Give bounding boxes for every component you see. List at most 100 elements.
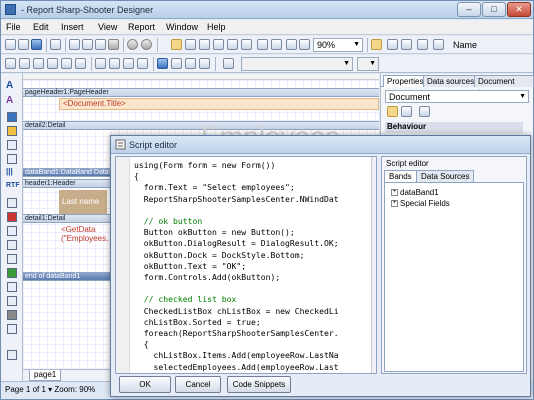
same-height-icon[interactable]: [109, 58, 120, 69]
code-line[interactable]: chListBox.Sorted = true;: [134, 317, 261, 327]
code-snippets-button[interactable]: Code Snippets: [227, 376, 291, 393]
space-icon[interactable]: [137, 58, 148, 69]
undo-icon[interactable]: [127, 39, 138, 50]
code-line[interactable]: ReportSharpShooterSamplesCenter.NWindDat: [134, 194, 339, 204]
new-icon[interactable]: [5, 39, 16, 50]
hand-icon[interactable]: [185, 39, 196, 50]
bands-icon[interactable]: [417, 39, 428, 50]
group-band-tool-icon[interactable]: [7, 268, 17, 278]
align-left-icon[interactable]: [5, 58, 16, 69]
align-middle-icon[interactable]: [61, 58, 72, 69]
page-tab[interactable]: page1: [29, 370, 62, 381]
code-line[interactable]: form.Controls.Add(okButton);: [134, 272, 280, 282]
code-line[interactable]: okButton.Text = "OK";: [134, 261, 246, 271]
minimize-button[interactable]: –: [457, 2, 481, 17]
alphabetical-icon[interactable]: [401, 106, 412, 117]
code-line[interactable]: okButton.DialogResult = DialogResult.OK;: [134, 238, 339, 248]
zoom-tool-icon[interactable]: [199, 39, 210, 50]
code-line[interactable]: // checked list box: [134, 294, 237, 304]
barcode-tool-icon[interactable]: |||: [6, 167, 13, 176]
copy-icon[interactable]: [82, 39, 93, 50]
font-icon[interactable]: [223, 58, 234, 69]
chart-tool-icon[interactable]: [7, 140, 17, 150]
fit-page-icon[interactable]: [299, 39, 310, 50]
cut-icon[interactable]: [69, 39, 80, 50]
shape-tool-icon[interactable]: [7, 126, 17, 136]
subreport-tool-icon[interactable]: [7, 226, 17, 236]
zoom-rect-icon[interactable]: [241, 39, 252, 50]
menu-report[interactable]: Report: [128, 22, 155, 32]
zoom-out-icon[interactable]: [227, 39, 238, 50]
code-scrollbar[interactable]: [371, 157, 376, 373]
table-tool-icon[interactable]: [7, 154, 17, 164]
code-line[interactable]: // ok button: [134, 216, 203, 226]
line-tool-icon[interactable]: [7, 310, 17, 320]
header-tool-icon[interactable]: [7, 282, 17, 292]
menu-view[interactable]: View: [98, 22, 117, 32]
tree-item-special-fields[interactable]: + Special Fields: [391, 199, 450, 208]
expand-icon[interactable]: +: [391, 189, 398, 197]
align-top-icon[interactable]: [47, 58, 58, 69]
zoom-in-icon[interactable]: [213, 39, 224, 50]
tab-bands[interactable]: Bands: [384, 170, 417, 182]
section-behaviour[interactable]: Behaviour: [385, 122, 523, 133]
ok-button[interactable]: OK: [119, 376, 171, 393]
checkbox-tool-icon[interactable]: [7, 198, 17, 208]
print-icon[interactable]: [50, 39, 61, 50]
same-size-icon[interactable]: [123, 58, 134, 69]
text-tool-icon[interactable]: A: [6, 80, 13, 91]
same-width-icon[interactable]: [95, 58, 106, 69]
tab-properties[interactable]: Properties: [383, 75, 428, 87]
tab-dialog-data-sources[interactable]: Data Sources: [416, 170, 475, 182]
cancel-button[interactable]: Cancel: [175, 376, 221, 393]
save-icon[interactable]: [31, 39, 42, 50]
tab-data-sources[interactable]: Data sources: [423, 75, 479, 87]
code-line[interactable]: CheckedListBox chListBox = new CheckedLi: [134, 306, 339, 316]
snap-icon[interactable]: [387, 39, 398, 50]
zoom-page-icon[interactable]: [257, 39, 268, 50]
actual-size-icon[interactable]: [286, 39, 297, 50]
last-name-label[interactable]: Last name: [59, 190, 107, 214]
footer-tool-icon[interactable]: [7, 296, 17, 306]
align-icon[interactable]: [401, 39, 412, 50]
getdata-field[interactable]: <GetData ("Employees.: [59, 225, 108, 245]
tab-document-tree[interactable]: Document tree: [474, 75, 534, 97]
rich-text-tool-icon[interactable]: A: [6, 95, 13, 106]
redo-icon[interactable]: [141, 39, 152, 50]
menu-window[interactable]: Window: [166, 22, 198, 32]
menu-file[interactable]: File: [6, 22, 21, 32]
settings-tool-icon[interactable]: [7, 350, 17, 360]
code-line[interactable]: using(Form form = new Form()): [134, 160, 275, 170]
code-line[interactable]: form.Text = "Select employees";: [134, 182, 295, 192]
expand-icon[interactable]: +: [391, 200, 398, 208]
picture-tool-icon[interactable]: [7, 112, 17, 122]
align-center-icon[interactable]: [19, 58, 30, 69]
bring-front-icon[interactable]: [157, 58, 168, 69]
databand-tool-icon[interactable]: [7, 254, 17, 264]
code-line[interactable]: {: [134, 171, 139, 181]
code-line[interactable]: {: [134, 339, 149, 349]
zoom-combo[interactable]: 90% ▼: [313, 38, 363, 52]
delete-icon[interactable]: [108, 39, 119, 50]
document-title-field[interactable]: <Document.Title>: [59, 98, 379, 110]
menu-help[interactable]: Help: [207, 22, 226, 32]
paste-icon[interactable]: [95, 39, 106, 50]
menu-edit[interactable]: Edit: [33, 22, 49, 32]
font-size-combo[interactable]: ▼: [357, 57, 379, 71]
code-line[interactable]: foreach(ReportSharpShooterSamplesCenter.: [134, 328, 339, 338]
align-bottom-icon[interactable]: [75, 58, 86, 69]
zip-tool-icon[interactable]: [7, 212, 17, 222]
align-right-icon[interactable]: [33, 58, 44, 69]
object-combo[interactable]: Document ▼: [385, 90, 529, 103]
code-line[interactable]: selectedEmployees.Add(employeeRow.Last: [134, 362, 338, 372]
send-back-icon[interactable]: [171, 58, 182, 69]
band-page-header[interactable]: pageHeader1:PageHeader: [23, 88, 379, 97]
maximize-button[interactable]: □: [482, 2, 506, 17]
grid-icon[interactable]: [371, 39, 382, 50]
rtf-tool-icon[interactable]: RTF: [6, 182, 20, 189]
pointer-icon[interactable]: [171, 39, 182, 50]
tree-item-databand1[interactable]: + dataBand1: [391, 188, 439, 197]
code-line[interactable]: okButton.Dock = DockStyle.Bottom;: [134, 250, 305, 260]
property-pages-icon[interactable]: [419, 106, 430, 117]
lock-icon[interactable]: [185, 58, 196, 69]
